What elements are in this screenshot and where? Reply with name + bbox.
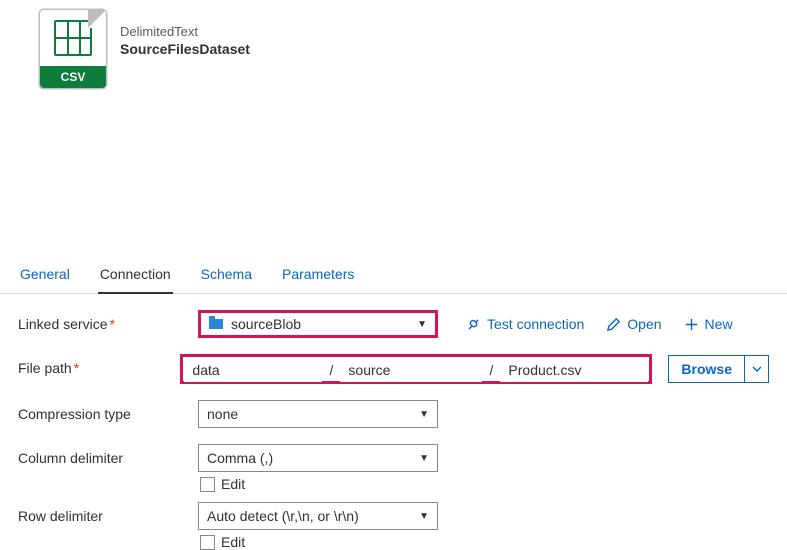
- file-path-directory-input[interactable]: [340, 358, 482, 382]
- file-path-group: / /: [180, 354, 652, 384]
- linked-service-dropdown[interactable]: sourceBlob ▼: [198, 310, 438, 338]
- csv-badge: CSV: [40, 66, 106, 88]
- row-delimiter-dropdown[interactable]: Auto detect (\r,\n, or \r\n) ▼: [198, 502, 438, 530]
- column-delimiter-edit-label: Edit: [221, 476, 245, 492]
- connection-form: Linked service* sourceBlob ▼ Test connec…: [0, 294, 787, 550]
- path-sep-2: /: [482, 358, 500, 382]
- tab-general[interactable]: General: [18, 258, 72, 293]
- pencil-icon: [606, 317, 621, 332]
- file-path-file-input[interactable]: [500, 358, 648, 382]
- linked-service-label: Linked service*: [18, 310, 198, 332]
- test-connection-icon: [466, 317, 481, 332]
- column-delimiter-label: Column delimiter: [18, 444, 198, 466]
- dataset-editor: CSV DelimitedText SourceFilesDataset Gen…: [0, 0, 787, 546]
- dataset-header: CSV DelimitedText SourceFilesDataset: [0, 0, 787, 88]
- tab-schema[interactable]: Schema: [199, 258, 254, 293]
- file-path-label: File path*: [18, 354, 180, 376]
- new-button[interactable]: New: [684, 316, 733, 332]
- open-button[interactable]: Open: [606, 316, 661, 332]
- file-path-container-input[interactable]: [184, 358, 322, 382]
- browse-button[interactable]: Browse: [668, 355, 745, 383]
- compression-label: Compression type: [18, 400, 198, 422]
- tab-connection[interactable]: Connection: [98, 258, 173, 294]
- column-delimiter-edit-checkbox[interactable]: [200, 477, 215, 492]
- row-delimiter-edit-label: Edit: [221, 534, 245, 550]
- linked-service-value: sourceBlob: [231, 316, 301, 332]
- compression-dropdown[interactable]: none ▼: [198, 400, 438, 428]
- browse-dropdown-button[interactable]: [745, 355, 769, 383]
- column-delimiter-dropdown[interactable]: Comma (,) ▼: [198, 444, 438, 472]
- chevron-down-icon: ▼: [417, 319, 427, 330]
- dataset-name: SourceFilesDataset: [120, 41, 250, 57]
- chevron-down-icon: ▼: [419, 511, 429, 522]
- tab-bar: General Connection Schema Parameters: [0, 258, 787, 294]
- tab-parameters[interactable]: Parameters: [280, 258, 356, 293]
- chevron-down-icon: ▼: [419, 453, 429, 464]
- storage-icon: [209, 319, 223, 329]
- row-delimiter-value: Auto detect (\r,\n, or \r\n): [207, 508, 359, 524]
- dataset-type: DelimitedText: [120, 24, 250, 39]
- chevron-down-icon: [752, 364, 762, 374]
- dataset-meta: DelimitedText SourceFilesDataset: [120, 10, 250, 57]
- row-delimiter-label: Row delimiter: [18, 502, 198, 524]
- plus-icon: [684, 317, 699, 332]
- csv-file-icon: CSV: [40, 10, 106, 88]
- test-connection-button[interactable]: Test connection: [466, 316, 584, 332]
- compression-value: none: [207, 406, 238, 422]
- chevron-down-icon: ▼: [419, 409, 429, 420]
- path-sep-1: /: [322, 358, 340, 382]
- row-delimiter-edit-checkbox[interactable]: [200, 535, 215, 550]
- column-delimiter-value: Comma (,): [207, 450, 273, 466]
